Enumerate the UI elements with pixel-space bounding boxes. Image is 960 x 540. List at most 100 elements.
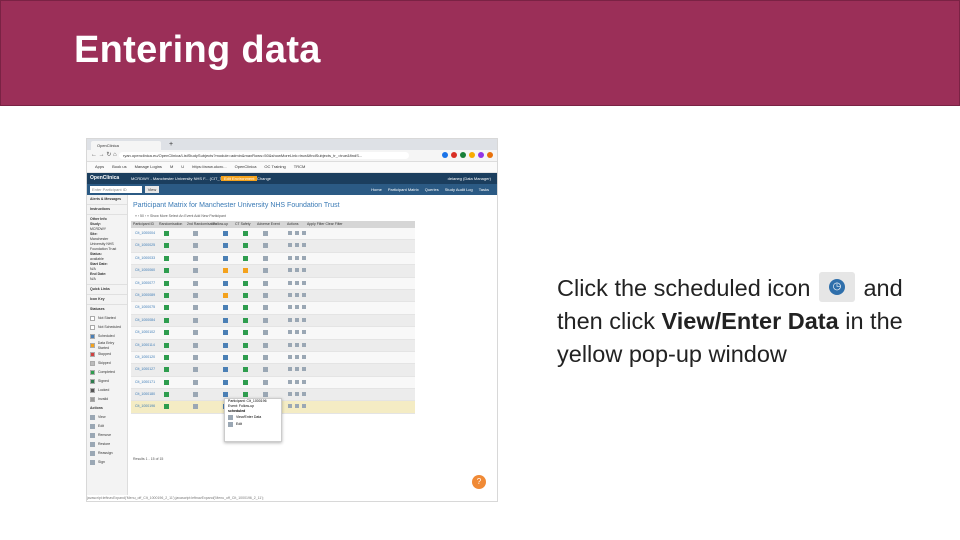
matrix-header-cell[interactable]: Randomisation (159, 221, 182, 228)
bookmark-item[interactable]: OpenClinica (235, 164, 257, 169)
row-action-icon[interactable] (302, 354, 306, 359)
event-status-icon[interactable] (243, 342, 248, 348)
menu-item[interactable]: Queries (425, 187, 439, 192)
event-status-icon[interactable] (193, 280, 198, 286)
participant-id-link[interactable]: CIt_1000084 (135, 318, 155, 322)
row-action-icon[interactable] (302, 231, 306, 235)
event-status-icon[interactable] (223, 280, 228, 286)
participant-id-link[interactable]: CIt_1000089 (135, 293, 155, 297)
participant-id-link[interactable]: CIt_1000171 (135, 380, 155, 384)
event-status-icon[interactable] (193, 354, 198, 360)
event-status-icon[interactable] (193, 367, 198, 373)
row-action-icon[interactable] (288, 379, 292, 384)
event-status-icon[interactable] (223, 367, 228, 373)
matrix-header-cell[interactable]: CT Safety (235, 221, 251, 228)
event-status-icon[interactable] (193, 342, 198, 348)
row-action-icon[interactable] (302, 392, 306, 397)
row-action-icon[interactable] (302, 305, 306, 310)
matrix-header-cell[interactable]: Participant ID (133, 221, 154, 228)
event-status-icon[interactable] (223, 292, 228, 298)
event-status-icon[interactable] (223, 354, 228, 360)
row-action-icon[interactable] (295, 342, 299, 347)
event-status-icon[interactable] (223, 231, 228, 236)
event-status-icon[interactable] (164, 292, 169, 298)
row-action-icon[interactable] (295, 367, 299, 372)
event-status-icon[interactable] (193, 243, 198, 249)
row-action-icon[interactable] (288, 317, 292, 322)
matrix-header-cell[interactable]: Adverse Event (257, 221, 280, 228)
event-status-icon[interactable] (193, 404, 198, 410)
extension-icon[interactable] (460, 152, 466, 158)
menu-item[interactable]: Study Audit Log (445, 187, 473, 192)
nav-buttons-icon[interactable]: ← → ↻ ⌂ (91, 151, 117, 160)
matrix-header-cell[interactable]: Actions (287, 221, 298, 228)
view-enter-data-link[interactable]: View/Enter Data (225, 414, 281, 421)
event-status-icon[interactable] (164, 330, 169, 336)
participant-id-link[interactable]: CIt_1000127 (135, 367, 155, 371)
event-status-icon[interactable] (243, 305, 248, 311)
event-status-icon[interactable] (243, 330, 248, 336)
bookmark-item[interactable]: U (181, 164, 184, 169)
row-action-icon[interactable] (288, 367, 292, 372)
bookmark-item[interactable]: https://www.ukcrc... (192, 164, 226, 169)
browser-tab[interactable]: OpenClinica (91, 141, 161, 150)
participant-id-input[interactable]: Enter Participant ID (90, 186, 142, 193)
event-status-icon[interactable] (164, 305, 169, 311)
event-status-icon[interactable] (223, 243, 228, 249)
event-status-icon[interactable] (223, 305, 228, 311)
event-status-icon[interactable] (263, 268, 268, 274)
event-status-icon[interactable] (243, 367, 248, 373)
event-status-icon[interactable] (164, 342, 169, 348)
row-action-icon[interactable] (288, 243, 292, 248)
event-status-icon[interactable] (164, 354, 169, 360)
event-status-icon[interactable] (164, 317, 169, 323)
row-action-icon[interactable] (288, 255, 292, 260)
new-tab-icon[interactable]: + (169, 139, 173, 150)
row-action-icon[interactable] (288, 392, 292, 397)
participant-id-link[interactable]: CIt_1000075 (135, 305, 155, 309)
event-status-icon[interactable] (164, 392, 169, 398)
event-status-icon[interactable] (223, 330, 228, 336)
edit-link[interactable]: Edit (225, 421, 281, 428)
event-status-icon[interactable] (263, 255, 268, 261)
row-action-icon[interactable] (302, 280, 306, 285)
event-status-icon[interactable] (223, 317, 228, 323)
event-status-icon[interactable] (193, 330, 198, 336)
row-action-icon[interactable] (302, 292, 306, 297)
event-status-icon[interactable] (223, 379, 228, 385)
event-status-icon[interactable] (193, 255, 198, 261)
event-status-icon[interactable] (263, 292, 268, 298)
event-status-icon[interactable] (223, 392, 228, 398)
extension-icon[interactable] (478, 152, 484, 158)
row-action-icon[interactable] (295, 243, 299, 248)
extension-icon[interactable] (451, 152, 457, 158)
event-status-icon[interactable] (263, 367, 268, 373)
row-action-icon[interactable] (302, 330, 306, 335)
row-action-icon[interactable] (302, 243, 306, 248)
event-status-icon[interactable] (193, 231, 198, 236)
row-action-icon[interactable] (288, 342, 292, 347)
event-status-icon[interactable] (164, 280, 169, 286)
participant-id-link[interactable]: CIt_1000102 (135, 330, 155, 334)
event-status-icon[interactable] (223, 342, 228, 348)
event-status-icon[interactable] (263, 392, 268, 398)
row-action-icon[interactable] (288, 231, 292, 235)
apply-filter-link[interactable]: Apply Filter Clear Filter (307, 221, 343, 228)
participant-id-link[interactable]: CIt_1000033 (135, 256, 155, 260)
icon-key-panel[interactable]: Icon Key (87, 295, 127, 305)
environment-button[interactable]: Edit Environment (221, 176, 258, 181)
matrix-header-cell[interactable]: Follow-up (213, 221, 228, 228)
participant-id-link[interactable]: CIt_1000114 (135, 343, 155, 347)
row-action-icon[interactable] (288, 305, 292, 310)
row-action-icon[interactable] (295, 354, 299, 359)
change-link[interactable]: Change (257, 173, 271, 184)
bookmark-item[interactable]: Manage Logins (135, 164, 162, 169)
matrix-controls[interactable]: « ‹ 50 › » Show More Select An Event Add… (135, 213, 226, 219)
event-status-icon[interactable] (243, 392, 248, 398)
event-status-icon[interactable] (193, 317, 198, 323)
participant-id-link[interactable]: CIt_1000060 (135, 268, 155, 272)
extension-icon[interactable] (442, 152, 448, 158)
event-status-icon[interactable] (193, 392, 198, 398)
bookmark-item[interactable]: TRCM (294, 164, 306, 169)
view-button[interactable]: View (145, 186, 159, 193)
